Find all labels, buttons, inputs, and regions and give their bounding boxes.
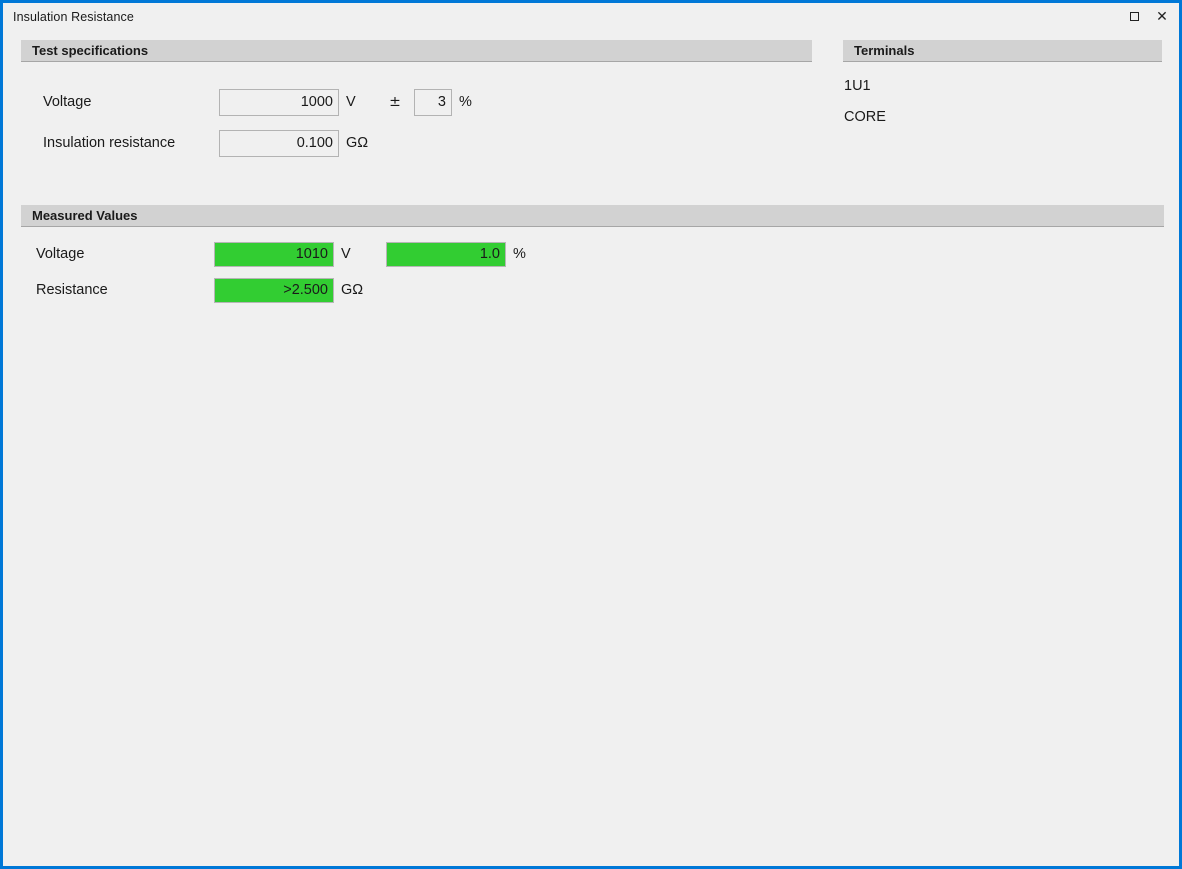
measured-resistance-unit: GΩ [341,282,364,298]
measured-resistance-row: Resistance >2.500 GΩ [36,277,363,303]
maximize-button[interactable] [1121,6,1147,28]
terminal-item: CORE [844,109,886,125]
application-window: Insulation Resistance ✕ Test specificati… [0,0,1182,869]
measured-resistance-label: Resistance [36,282,108,298]
spec-resistance-label: Insulation resistance [43,135,176,151]
measured-voltage-deviation-value: 1.0 [386,241,506,267]
spec-insulation-resistance-input[interactable] [219,129,339,157]
plus-minus-icon: ± [389,94,401,110]
spec-voltage-input[interactable] [219,88,339,116]
terminals-group-header: Terminals [843,40,1162,62]
test-specifications-group-title: Test specifications [32,43,149,58]
title-bar[interactable]: Insulation Resistance ✕ [3,3,1179,30]
tolerance-symbol-wrap: ± [376,94,414,110]
close-button[interactable]: ✕ [1149,6,1175,28]
measured-voltage-value: 1010 [214,241,334,267]
spec-voltage-label: Voltage [43,94,92,110]
test-specifications-group-header: Test specifications [21,40,812,62]
close-icon: ✕ [1156,8,1168,25]
measured-values-group-header: Measured Values [21,205,1164,227]
measured-voltage-deviation-unit: % [513,246,526,262]
window-title: Insulation Resistance [13,9,134,24]
spec-resistance-row: Insulation resistance GΩ [43,129,369,157]
measured-voltage-row: Voltage 1010 V 1.0 % [36,241,526,267]
spec-voltage-tolerance-input[interactable] [414,88,452,116]
spec-voltage-row: Voltage V ± % [43,88,472,116]
terminals-group-title: Terminals [854,43,915,58]
measured-values-group-title: Measured Values [32,208,138,223]
title-bar-controls: ✕ [1121,3,1175,30]
measured-resistance-value: >2.500 [214,277,334,303]
spec-voltage-unit: V [346,94,356,110]
spec-voltage-tolerance-unit: % [459,94,472,110]
measured-voltage-label: Voltage [36,246,85,262]
spec-resistance-unit: GΩ [346,135,369,151]
maximize-icon [1129,12,1139,21]
terminal-item: 1U1 [844,78,871,94]
measured-voltage-unit: V [341,246,351,262]
